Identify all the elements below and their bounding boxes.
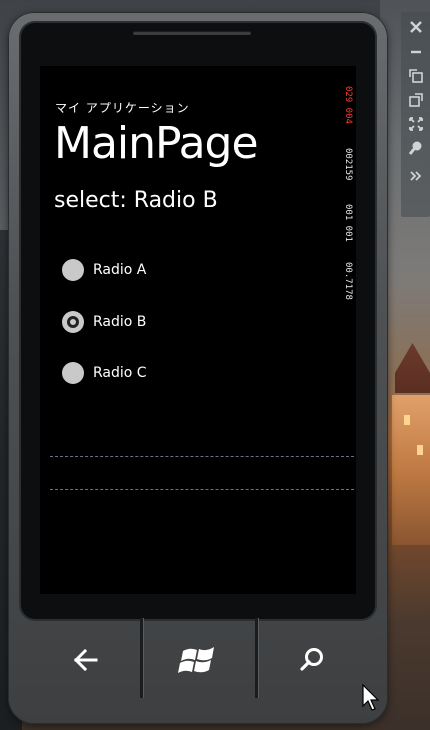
radio-b-label: Radio B — [93, 314, 147, 330]
castle-window — [404, 415, 410, 425]
phone-screen: マイ アプリケーション MainPage select: Radio B Rad… — [40, 66, 356, 594]
frame-counter: 001 001 — [343, 204, 353, 242]
frame-rate-counters: 029 004 002159 001 001 00.7178 — [343, 86, 356, 326]
selection-text: select: Radio B — [54, 188, 218, 213]
radio-b-checked-mark — [67, 316, 79, 328]
radio-b-indicator[interactable] — [62, 311, 84, 333]
nav-separator — [255, 618, 258, 698]
start-button[interactable] — [168, 630, 228, 690]
windows-icon — [178, 647, 214, 673]
divider-line — [50, 456, 354, 457]
search-icon — [300, 648, 323, 671]
radio-c-label: Radio C — [93, 365, 147, 381]
close-icon[interactable] — [401, 18, 430, 38]
application-title: マイ アプリケーション — [55, 101, 190, 115]
back-button[interactable] — [56, 630, 116, 690]
rotate-left-icon[interactable] — [401, 66, 430, 86]
divider-line — [50, 489, 354, 490]
page-title: MainPage — [54, 118, 259, 169]
zoom-icon[interactable] — [401, 138, 430, 158]
earpiece-speaker — [133, 31, 251, 35]
rotate-right-icon[interactable] — [401, 90, 430, 110]
radio-b[interactable]: Radio B — [62, 309, 146, 335]
radio-a-indicator[interactable] — [62, 259, 84, 281]
minimize-icon[interactable] — [401, 42, 430, 62]
radio-c-indicator[interactable] — [62, 362, 84, 384]
radio-a[interactable]: Radio A — [62, 257, 146, 283]
emulator-toolbar — [401, 12, 430, 217]
fit-to-screen-icon[interactable] — [401, 114, 430, 134]
castle-wall — [392, 395, 430, 545]
search-button[interactable] — [282, 630, 342, 690]
back-icon — [73, 648, 98, 672]
frame-counter: 029 004 — [343, 86, 353, 124]
more-icon[interactable] — [401, 167, 430, 187]
castle-window — [417, 445, 423, 455]
radio-a-label: Radio A — [93, 262, 147, 278]
frame-counter: 002159 — [343, 148, 353, 181]
radio-c[interactable]: Radio C — [62, 360, 147, 386]
mouse-cursor-icon — [362, 684, 380, 711]
frame-counter: 00.7178 — [343, 262, 353, 300]
nav-separator — [140, 618, 143, 698]
